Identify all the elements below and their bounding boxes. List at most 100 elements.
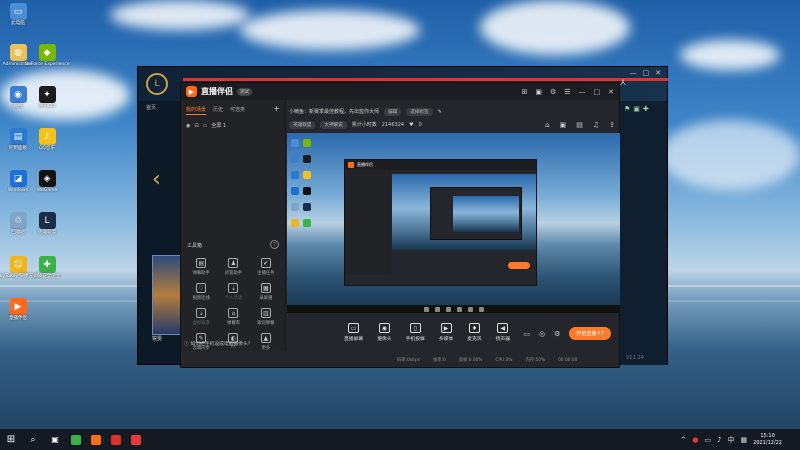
help-icon[interactable]: ?: [270, 240, 279, 249]
tool-item[interactable]: ♡ 视频连线: [185, 283, 217, 301]
live-preview[interactable]: 直播伴侣: [287, 133, 620, 313]
desktop-icon[interactable]: ▶ 直播伴侣: [3, 298, 33, 322]
status-memory: 内存:50%: [525, 358, 546, 363]
desktop-app-icon: ◍: [9, 44, 27, 61]
tool-item[interactable]: ▤ 弹幕助手: [185, 258, 217, 276]
source-icon: ◀: [497, 323, 509, 333]
home-icon[interactable]: ⌂: [545, 121, 549, 129]
tool-label: 视频连线: [192, 296, 210, 301]
source-button[interactable]: ▯ 手机投屏: [406, 323, 425, 342]
cloud: [480, 0, 630, 55]
start-button[interactable]: ⊞: [0, 429, 22, 450]
keyboard-icon[interactable]: ▦: [741, 436, 748, 444]
select-tag-button[interactable]: 选择标签: [406, 107, 433, 116]
source-button[interactable]: ▭ 直播屏幕: [344, 323, 363, 342]
tab-my-scenes[interactable]: 我的场景: [186, 106, 207, 115]
status-dropped: 丢帧:0.00%: [458, 358, 483, 363]
tool-item[interactable]: ♟ 房管助手: [217, 258, 249, 276]
volume-icon[interactable]: ♪: [717, 436, 721, 444]
preview-taskbar-icon: [467, 306, 473, 312]
edit-pencil-icon[interactable]: ✎: [438, 109, 442, 115]
tab-history[interactable]: 历史: [213, 106, 223, 115]
source-button[interactable]: ◉ 摄像头: [377, 323, 392, 342]
preview-desktop-icon: [303, 219, 311, 227]
status-fps: 帧率:0: [432, 358, 446, 363]
channel-pill[interactable]: 大神解说: [320, 120, 347, 129]
desktop-icon[interactable]: ◉ 网络: [3, 86, 33, 110]
desktop-icon[interactable]: ✚ 360安全卫士: [32, 256, 62, 280]
category-pill[interactable]: 英雄联盟: [289, 120, 316, 129]
network-icon[interactable]: ▭: [704, 436, 711, 444]
desktop-icon[interactable]: ◈ WeGame: [32, 170, 62, 194]
tool-item[interactable]: ▦ 录屏播: [250, 283, 282, 301]
bell-icon[interactable]: ♫: [593, 121, 599, 129]
friends-icon[interactable]: ⚑: [624, 105, 630, 113]
livebroadcast-icon[interactable]: [86, 429, 106, 450]
settings-icon[interactable]: ⚙: [554, 330, 560, 338]
source-icon: ◉: [378, 323, 390, 333]
tool-item[interactable]: ⇣ 个人活动: [217, 283, 249, 301]
window-icon[interactable]: ▣: [560, 121, 567, 129]
search-icon[interactable]: ⌕: [22, 429, 44, 450]
record-icon[interactable]: ▭: [523, 330, 530, 338]
tab-options[interactable]: 可选类: [230, 106, 245, 115]
task-view-icon[interactable]: ▣: [44, 429, 66, 450]
360-icon[interactable]: [66, 429, 86, 450]
add-scene-button[interactable]: +: [273, 105, 280, 115]
maximize-icon[interactable]: □: [594, 88, 601, 96]
source-button[interactable]: ♦ 麦克风: [467, 323, 482, 342]
desktop-icon[interactable]: ▤ 控制面板: [3, 128, 33, 152]
scene-item[interactable]: ◉ ⊡ ▭ 全屏 1: [181, 118, 285, 133]
tool-item[interactable]: ✔ 主播任务: [250, 258, 282, 276]
live-broadcast-app-window[interactable]: ▶ 直播伴侣 测试 ⊞ ▣ ⚙ ☰ — □ ✕ 我的场景 历史 可选类 + ◉ …: [180, 82, 620, 368]
list-icon[interactable]: ▤: [576, 121, 583, 129]
clock[interactable]: 15:10 2021/12/22: [753, 433, 782, 446]
camera-help-link[interactable]: ⓘ 如何把手机设成电脑摄像头？: [184, 340, 253, 347]
preview-icon[interactable]: ◎: [539, 330, 545, 338]
screen-icon[interactable]: ▣: [535, 88, 542, 96]
desktop-app-icon: ◈: [38, 170, 56, 187]
source-button[interactable]: ◀ 扬声器: [496, 323, 510, 342]
app-icon-red[interactable]: [106, 429, 126, 450]
tool-item[interactable]: ⌂ 弹幕库: [217, 308, 249, 326]
source-button[interactable]: ▶ 多媒体: [439, 323, 453, 342]
maximize-icon[interactable]: □: [643, 69, 650, 77]
chevron-up-icon[interactable]: ^: [680, 436, 686, 444]
close-icon[interactable]: ✕: [655, 69, 661, 77]
input-method-icon[interactable]: 中: [728, 435, 735, 445]
desktop-icon[interactable]: ◪ Windows: [3, 170, 33, 194]
desktop-app-icon: ◆: [38, 44, 56, 61]
tray-app-icon[interactable]: ●: [692, 436, 698, 444]
launcher-side-text: 人: [620, 80, 627, 87]
preview-taskbar-icon: [456, 306, 462, 312]
desktop-icon[interactable]: ☺ JoyToKey 快捷方式: [0, 256, 38, 280]
settings-icon[interactable]: ⚙: [550, 88, 556, 96]
viewer-label: 累计小时数: [351, 122, 377, 128]
menu-icon[interactable]: ☰: [564, 88, 570, 96]
desktop-icon[interactable]: L 英雄联盟: [32, 212, 62, 236]
chevron-left-icon[interactable]: ‹: [152, 167, 161, 192]
scenes-icon[interactable]: ⊞: [521, 88, 527, 96]
tool-item[interactable]: ▥ 歌词弹幕: [250, 308, 282, 326]
desktop-icon[interactable]: ◆ GeForce Experience: [25, 44, 69, 68]
app-icon-red2[interactable]: [126, 429, 146, 450]
lock-icon[interactable]: ⊡: [194, 123, 198, 129]
eye-icon[interactable]: ◉: [186, 123, 190, 129]
edit-title-button[interactable]: 编辑: [384, 107, 402, 116]
add-friend-icon[interactable]: ✚: [643, 105, 649, 113]
minimize-icon[interactable]: —: [579, 88, 586, 96]
desktop-icon[interactable]: ▭ 此电脑: [3, 3, 33, 27]
launcher-nav-home[interactable]: 首页: [138, 101, 182, 113]
tool-item[interactable]: ▲ 更多: [250, 333, 282, 351]
tool-item[interactable]: ⇣ 虚拟背景: [185, 308, 217, 326]
share-icon[interactable]: ⇪: [609, 121, 615, 129]
desktop-icon[interactable]: ♲ 回收站: [3, 212, 33, 236]
minimize-icon[interactable]: —: [630, 69, 637, 77]
folder-icon[interactable]: ▣: [633, 105, 640, 113]
launcher-accent-bar: [183, 78, 668, 81]
close-icon[interactable]: ✕: [608, 88, 614, 96]
start-live-button[interactable]: 开始直播 F7: [569, 327, 611, 340]
tool-label: 房管助手: [224, 271, 243, 276]
desktop-icon[interactable]: ✦ 腾讯QQ: [32, 86, 62, 110]
desktop-icon[interactable]: ♪ QQ音乐: [32, 128, 62, 152]
